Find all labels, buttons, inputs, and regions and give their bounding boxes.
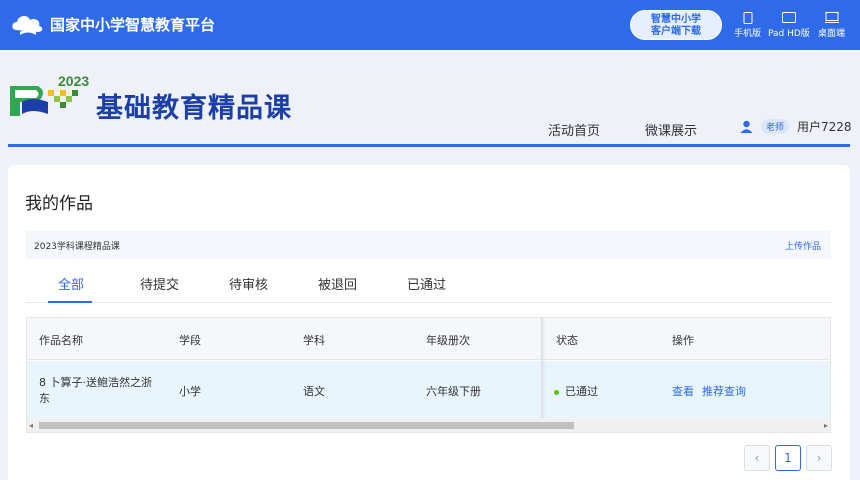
- scroll-right-icon[interactable]: ▸: [824, 421, 828, 430]
- cloud-book-icon: [12, 16, 43, 35]
- tablet-icon: [781, 12, 796, 23]
- role-badge: 老师: [761, 119, 790, 134]
- page-title: 我的作品: [25, 194, 93, 214]
- column-header-actions: 操作: [672, 334, 694, 347]
- table-header: 作品名称 学段 学科 年级册次 状态 操作: [27, 318, 830, 360]
- svg-text:2023: 2023: [58, 73, 89, 89]
- tab-returned[interactable]: 被退回: [318, 274, 357, 293]
- works-table: 作品名称 学段 学科 年级册次 状态 操作 8 卜算子·送鲍浩然之浙东 小学 语…: [26, 317, 831, 433]
- column-header-status: 状态: [556, 334, 578, 347]
- device-phone[interactable]: 手机版: [734, 12, 761, 39]
- course-logo-icon: 2023: [10, 73, 89, 116]
- username: 用户7228: [797, 120, 852, 134]
- download-line1: 智慧中小学: [651, 14, 701, 25]
- table-row: 8 卜算子·送鲍浩然之浙东 小学 语文 六年级下册 已通过 查看 推荐查询: [27, 361, 830, 419]
- device-desktop[interactable]: 桌面端: [818, 12, 845, 39]
- column-header-subject: 学科: [303, 334, 325, 347]
- device-desktop-label: 桌面端: [818, 29, 846, 39]
- category-strip: 2023学科课程精品课 上传作品: [26, 231, 831, 259]
- top-bar: 国家中小学智慧教育平台 智慧中小学 客户端下载 手机版 Pad HD版 桌面端: [0, 0, 860, 50]
- tab-all[interactable]: 全部: [58, 274, 84, 293]
- category-label: 2023学科课程精品课: [34, 242, 120, 252]
- recommend-query-link[interactable]: 推荐查询: [702, 383, 746, 399]
- work-name: 8 卜算子·送鲍浩然之浙东: [39, 376, 152, 405]
- horizontal-scrollbar[interactable]: ◂ ▸: [27, 419, 830, 432]
- user-menu[interactable]: 老师 用户7228: [740, 118, 852, 135]
- header-divider: [8, 144, 850, 147]
- status-label: 已通过: [565, 385, 598, 398]
- tab-pending-review[interactable]: 待审核: [229, 274, 268, 293]
- upload-link[interactable]: 上传作品: [785, 239, 821, 252]
- user-icon: [740, 120, 753, 133]
- platform-logo[interactable]: 国家中小学智慧教育平台: [10, 10, 215, 38]
- column-header-stage: 学段: [179, 334, 201, 347]
- device-tablet[interactable]: Pad HD版: [768, 12, 810, 39]
- work-subject: 语文: [303, 385, 325, 398]
- nav-activity-home[interactable]: 活动首页: [548, 120, 600, 139]
- platform-name: 国家中小学智慧教育平台: [50, 15, 216, 34]
- status-dot-icon: [554, 389, 559, 395]
- download-line2: 客户端下载: [651, 26, 701, 37]
- scroll-left-icon[interactable]: ◂: [29, 421, 33, 430]
- next-page-button[interactable]: ›: [806, 445, 832, 471]
- page-1-button[interactable]: 1: [775, 445, 801, 471]
- active-tab-indicator: [48, 301, 92, 303]
- prev-page-button[interactable]: ‹: [744, 445, 770, 471]
- work-grade: 六年级下册: [426, 385, 481, 398]
- nav-micro-course[interactable]: 微课展示: [645, 120, 697, 139]
- tab-pending-submit[interactable]: 待提交: [140, 274, 179, 293]
- column-header-name: 作品名称: [39, 334, 83, 347]
- works-card: 我的作品 2023学科课程精品课 上传作品 全部 待提交 待审核 被退回 已通过…: [8, 165, 850, 480]
- work-stage: 小学: [179, 385, 201, 398]
- client-download-button[interactable]: 智慧中小学 客户端下载: [630, 10, 722, 40]
- desktop-icon: [824, 12, 839, 23]
- view-link[interactable]: 查看: [672, 383, 694, 399]
- device-phone-label: 手机版: [734, 29, 762, 39]
- status-tabs: 全部 待提交 待审核 被退回 已通过: [26, 261, 831, 303]
- column-header-grade: 年级册次: [426, 334, 470, 347]
- scroll-thumb[interactable]: [39, 422, 574, 429]
- work-status: 已通过: [554, 383, 598, 399]
- fixed-column-divider: [541, 318, 543, 419]
- course-title: 基础教育精品课: [96, 93, 292, 124]
- device-tablet-label: Pad HD版: [768, 29, 810, 39]
- tab-approved[interactable]: 已通过: [407, 274, 446, 293]
- phone-icon: [743, 12, 752, 24]
